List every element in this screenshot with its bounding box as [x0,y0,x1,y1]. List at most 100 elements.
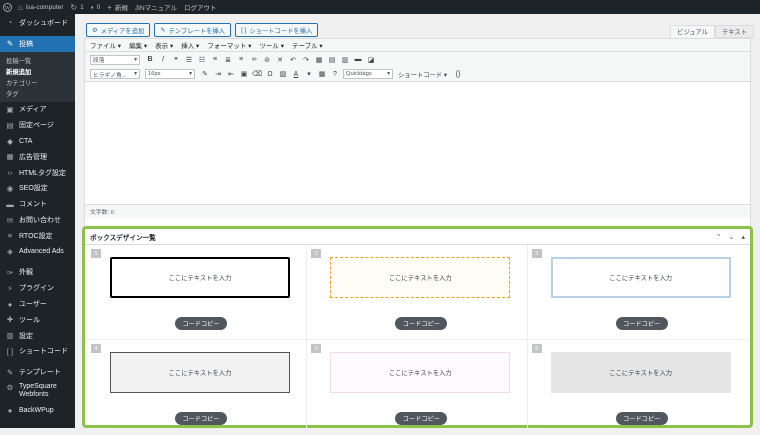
triangle-toggle-icon[interactable]: ▴ [741,233,745,241]
site-name-link[interactable]: ⌂ isa-computer [18,3,63,12]
menu-file[interactable]: ファイル ▾ [90,40,121,50]
format-select[interactable]: 段落 ▾ [90,54,140,65]
bold-icon[interactable]: B [145,55,155,65]
sidebar-item-comments[interactable]: ▬ コメント [0,196,75,212]
sidebar-item-rtoc[interactable]: ≡ RTOC設定 [0,228,75,244]
sidebar-item-plugins[interactable]: ⚡ プラグイン [0,280,75,296]
menu-insert[interactable]: 挿入 ▾ [181,40,199,50]
box-design-grid: 1 ここにテキストを入力 コードコピー 2 ここにテキストを入力 コードコピー … [85,245,750,435]
paste-text-icon[interactable]: ▣ [239,69,249,79]
sidebar-item-shortcode[interactable]: [ ] ショートコード [0,344,75,360]
copy-code-button[interactable]: コードコピー [615,317,668,330]
insert-template-button[interactable]: ✎ テンプレートを挿入 [154,23,232,37]
quicktags-select[interactable]: Quicktags ▾ [343,69,393,79]
copy-code-button[interactable]: コードコピー [395,317,448,330]
blockquote-icon[interactable]: ❝ [171,55,181,65]
sidebar-item-contact[interactable]: ✉ お問い合わせ [0,212,75,228]
tab-visual[interactable]: ビジュアル [670,25,715,38]
copy-code-button[interactable]: コードコピー [615,412,668,425]
link-icon[interactable]: ∞ [249,55,259,65]
menu-view[interactable]: 表示 ▾ [155,40,173,50]
strikethrough-icon[interactable]: ✎ [200,69,210,79]
text-color-icon[interactable]: A [291,69,301,79]
sidebar-item-pages[interactable]: ▤ 固定ページ [0,117,75,133]
sidebar-item-templates[interactable]: ✎ テンプレート [0,364,75,380]
horizontal-rule-icon[interactable]: ▥ [340,55,350,65]
box-design-title: ボックスデザイン一覧 [90,234,156,242]
shortcode-icon: [ ] [6,346,14,356]
chevron-up-icon[interactable]: ⌃ [716,233,722,241]
box-sample: ここにテキストを入力 [330,257,511,298]
sidebar-item-advanced-ads[interactable]: ◈ Advanced Ads [0,244,75,260]
updates-link[interactable]: ↻ 1 [70,3,83,12]
keyboard-icon[interactable]: ▬ [353,55,363,65]
pencil-icon: ✎ [160,26,166,34]
indent-icon[interactable]: ⇥ [213,69,223,79]
menu-format[interactable]: フォーマット ▾ [207,40,251,50]
submenu-all-posts[interactable]: 投稿一覧 [0,55,75,66]
copy-code-button[interactable]: コードコピー [175,317,227,330]
copy-code-button[interactable]: コードコピー [175,412,227,425]
box-sample: ここにテキストを入力 [330,352,511,393]
align-right-icon[interactable]: ≡ [236,55,246,65]
sidebar-item-tools[interactable]: ✚ ツール [0,312,75,328]
chevron-down-icon[interactable]: ⌄ [729,233,735,241]
table-grid-icon[interactable]: ▦ [317,69,327,79]
menu-table[interactable]: テーブル ▾ [292,40,323,50]
fullscreen-icon[interactable]: ▤ [327,55,337,65]
font-size-select[interactable]: 16px ▾ [145,69,195,79]
bullet-list-icon[interactable]: ☰ [184,55,194,65]
parenthesis-icon[interactable]: {} [453,69,463,79]
numbered-list-icon[interactable]: ☷ [197,55,207,65]
sidebar-item-cta[interactable]: ◆ CTA [0,133,75,149]
tab-text[interactable]: テキスト [715,25,754,38]
undo-icon[interactable]: ↶ [288,55,298,65]
font-family-select[interactable]: ヒラギノ角... ▾ [90,69,140,79]
insert-shortcode-button[interactable]: [ ] ショートコードを挿入 [235,23,319,37]
toggle-toolbar-icon[interactable]: ◪ [366,55,376,65]
jin-manual-link[interactable]: JINマニュアル [135,2,177,12]
italic-icon[interactable]: I [158,55,168,65]
outdent-icon[interactable]: ⇤ [226,69,236,79]
ads-icon: ◈ [7,247,13,257]
media-icon: ⚙ [92,26,98,34]
submenu-tags[interactable]: タグ [0,88,75,99]
mail-icon: ✉ [6,215,14,225]
chevron-down-icon[interactable]: ▾ [304,69,314,79]
menu-tools[interactable]: ツール ▾ [259,40,284,50]
menu-edit[interactable]: 編集 ▾ [129,40,147,50]
image-icon[interactable]: ▨ [278,69,288,79]
sidebar-item-media[interactable]: ▣ メディア [0,102,75,118]
help-icon[interactable]: ? [330,69,340,79]
sidebar-item-settings[interactable]: ▥ 設定 [0,328,75,344]
wordpress-logo-icon[interactable]: W [0,0,14,14]
remove-format-icon[interactable]: ✕ [275,55,285,65]
copy-code-button[interactable]: コードコピー [395,412,448,425]
sidebar-item-dashboard[interactable]: ◔ ダッシュボード [0,15,75,31]
align-center-icon[interactable]: ≣ [223,55,233,65]
shortcode-dropdown[interactable]: ショートコード ▾ [398,70,447,79]
redo-icon[interactable]: ↷ [301,55,311,65]
sidebar-item-users[interactable]: ● ユーザー [0,296,75,312]
eraser-icon[interactable]: ⌫ [252,69,262,79]
new-content-link[interactable]: + 新規 [107,2,128,13]
sidebar-item-ad-manager[interactable]: ▦ 広告管理 [0,149,75,165]
logout-link[interactable]: ログアウト [184,2,217,12]
special-char-icon[interactable]: Ω [265,69,275,79]
sidebar-item-backwpup[interactable]: ● BackWPup [0,402,75,418]
submenu-add-new[interactable]: 新規追加 [0,66,75,77]
sidebar-item-typesquare[interactable]: ⚙ TypeSquare Webfonts [0,380,75,402]
unlink-icon[interactable]: ⊘ [262,55,272,65]
editor-content-area[interactable] [85,82,750,204]
sidebar-item-html-tags[interactable]: ‹› HTMLタグ設定 [0,165,75,181]
add-media-button[interactable]: ⚙ メディアを追加 [86,23,151,37]
refresh-icon: ↻ [70,2,78,12]
comments-link[interactable]: ▪ 0 [91,3,100,12]
sidebar-item-appearance[interactable]: ✑ 外観 [0,265,75,281]
sidebar-item-seo[interactable]: ◉ SEO設定 [0,181,75,197]
sidebar-item-posts[interactable]: ✎ 投稿 [0,35,75,52]
word-count: 文字数: 0 [85,204,750,218]
align-left-icon[interactable]: ≡ [210,55,220,65]
table-icon[interactable]: ▦ [314,55,324,65]
submenu-categories[interactable]: カテゴリー [0,77,75,88]
